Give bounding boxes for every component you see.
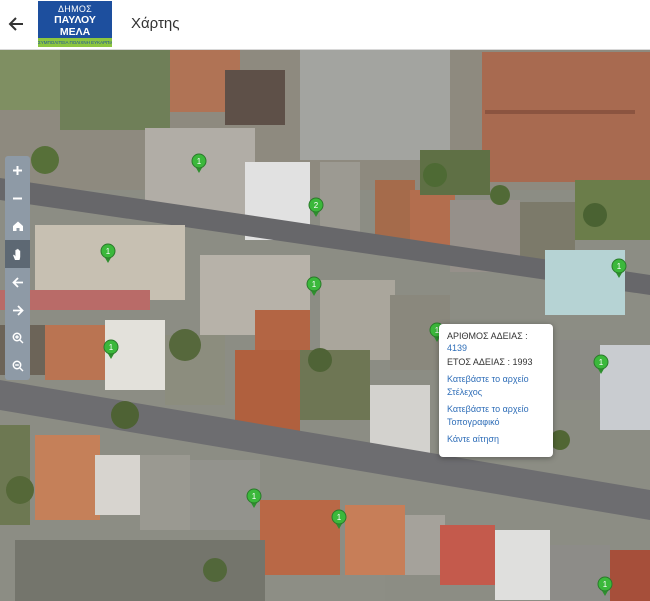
logo-line-3: ΣΥΜΠΟΛΙΤΕΙΑ ΠΟΛΙΧΝΗ ΕΥΚΑΡΠΙΑ — [38, 38, 112, 47]
permit-marker[interactable]: 1 — [329, 508, 349, 530]
marker-count: 1 — [599, 358, 604, 367]
arrow-right-icon — [12, 304, 24, 316]
permit-info-popup: ΑΡΙΘΜΟΣ ΑΔΕΙΑΣ : 4139 ΕΤΟΣ ΑΔΕΙΑΣ : 1993… — [439, 324, 553, 457]
permit-number-label: ΑΡΙΘΜΟΣ ΑΔΕΙΑΣ : — [447, 331, 528, 341]
logo-line-1: ΔΗΜΟΣ — [57, 4, 93, 14]
permit-marker[interactable]: 1 — [304, 275, 324, 297]
download-topographic-link-line1[interactable]: Κατεβάστε το αρχείο — [447, 403, 546, 416]
map-pin-icon: 1 — [597, 576, 613, 596]
minus-icon — [13, 197, 22, 199]
permit-marker[interactable]: 1 — [595, 575, 615, 597]
marker-count: 1 — [106, 247, 111, 256]
map-pin-icon: 1 — [191, 153, 207, 173]
plus-icon — [13, 165, 22, 175]
zoom-in-box-button[interactable] — [5, 324, 30, 352]
map-pin-icon: 1 — [331, 509, 347, 529]
map-pin-icon: 1 — [246, 488, 262, 508]
marker-count: 2 — [314, 201, 319, 210]
marker-count: 1 — [337, 513, 342, 522]
previous-extent-button[interactable] — [5, 268, 30, 296]
permit-marker[interactable]: 1 — [609, 257, 629, 279]
map-pin-icon: 1 — [306, 276, 322, 296]
marker-count: 1 — [312, 280, 317, 289]
home-button[interactable] — [5, 212, 30, 240]
apply-link[interactable]: Κάντε αίτηση — [447, 433, 546, 446]
zoom-out-box-button[interactable] — [5, 352, 30, 380]
hand-icon — [12, 248, 20, 260]
download-frame-link-line1[interactable]: Κατεβάστε το αρχείο — [447, 373, 546, 386]
permit-number-value[interactable]: 4139 — [447, 342, 546, 354]
permit-marker[interactable]: 1 — [101, 338, 121, 360]
app-header: ΔΗΜΟΣ ΠΑΥΛΟΥ ΜΕΛΑ ΣΥΜΠΟΛΙΤΕΙΑ ΠΟΛΙΧΝΗ ΕΥ… — [0, 0, 650, 50]
map-toolbar — [5, 156, 30, 380]
permit-marker[interactable]: 1 — [189, 152, 209, 174]
marker-count: 1 — [603, 580, 608, 589]
marker-count: 1 — [197, 157, 202, 166]
map-pin-icon: 1 — [593, 354, 609, 374]
permit-marker[interactable]: 2 — [306, 196, 326, 218]
marker-count: 1 — [109, 343, 114, 352]
back-button[interactable] — [5, 12, 27, 36]
map-pin-icon: 2 — [308, 197, 324, 217]
permit-marker[interactable]: 1 — [591, 353, 611, 375]
permit-year: ΕΤΟΣ ΑΔΕΙΑΣ : 1993 — [447, 357, 533, 367]
zoom-out-icon — [12, 360, 23, 372]
map-pin-icon: 1 — [100, 243, 116, 263]
zoom-in-icon — [12, 332, 23, 344]
arrow-left-icon — [11, 276, 23, 288]
download-frame-link-line2[interactable]: Στέλεχος — [447, 386, 546, 399]
permit-marker[interactable]: 1 — [244, 487, 264, 509]
arrow-left-icon — [8, 17, 23, 31]
download-topographic-link-line2[interactable]: Τοπογραφικό — [447, 416, 546, 429]
next-extent-button[interactable] — [5, 296, 30, 324]
municipality-logo[interactable]: ΔΗΜΟΣ ΠΑΥΛΟΥ ΜΕΛΑ ΣΥΜΠΟΛΙΤΕΙΑ ΠΟΛΙΧΝΗ ΕΥ… — [38, 1, 112, 47]
marker-count: 1 — [617, 262, 622, 271]
marker-count: 1 — [252, 492, 257, 501]
zoom-in-button[interactable] — [5, 156, 30, 184]
pan-button[interactable] — [5, 240, 30, 268]
home-icon — [12, 221, 23, 231]
permit-marker[interactable]: 1 — [98, 242, 118, 264]
map-pin-icon: 1 — [103, 339, 119, 359]
zoom-out-button[interactable] — [5, 184, 30, 212]
logo-line-2: ΠΑΥΛΟΥ ΜΕΛΑ — [54, 14, 96, 38]
page-title: Χάρτης — [131, 15, 180, 32]
map-pin-icon: 1 — [611, 258, 627, 278]
